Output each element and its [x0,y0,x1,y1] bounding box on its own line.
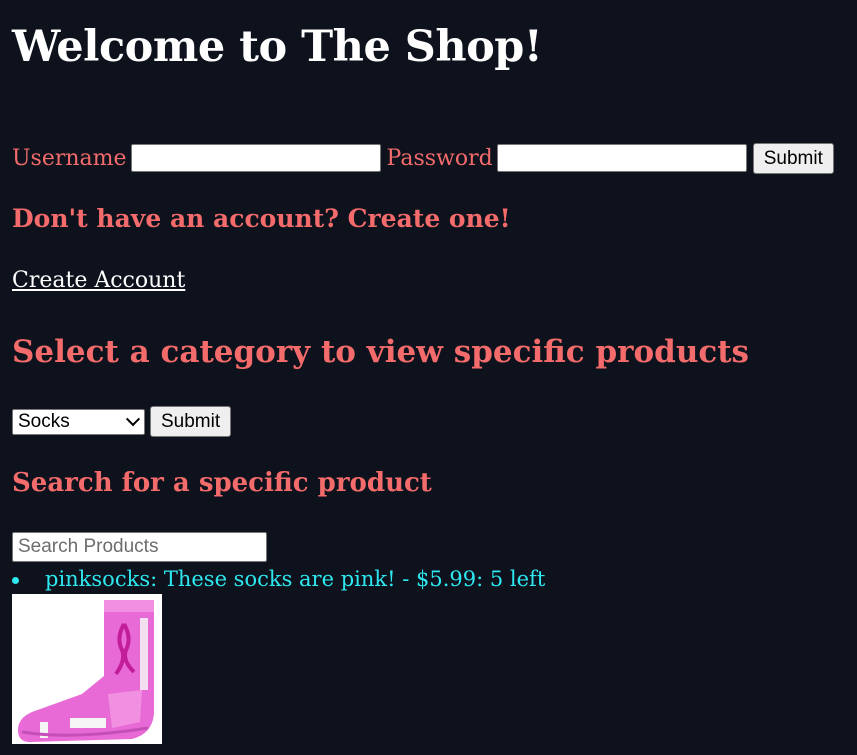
list-item: pinksocks: These socks are pink! - $5.99… [12,566,545,592]
category-submit-button[interactable]: Submit [150,406,232,437]
product-description: pinksocks: These socks are pink! - $5.99… [45,567,546,591]
password-label: Password [386,145,493,171]
sock-heel [108,690,142,728]
pink-sock-image [12,594,162,744]
category-select[interactable]: Socks [12,408,145,435]
create-account-prompt: Don't have an account? Create one! [12,204,511,233]
category-heading: Select a category to view specific produ… [12,334,750,370]
sock-sole-accent [70,718,106,728]
category-selected-value: Socks [18,410,70,432]
bullet-icon [12,576,19,584]
create-account-link[interactable]: Create Account [12,268,185,293]
search-heading: Search for a specific product [12,468,432,498]
product-list: pinksocks: These socks are pink! - $5.99… [12,566,545,592]
sock-stripe [140,618,148,690]
username-label: Username [12,145,127,171]
login-form: Username Password Submit [12,141,834,175]
search-input[interactable] [12,532,267,562]
category-form: Socks Submit [12,406,232,437]
username-input[interactable] [130,144,381,172]
password-input[interactable] [496,144,747,172]
sock-cuff [104,600,154,612]
sock-icon [18,600,154,742]
page-title: Welcome to The Shop! [12,22,543,72]
chevron-down-icon [125,411,141,426]
login-submit-button[interactable]: Submit [752,142,834,174]
